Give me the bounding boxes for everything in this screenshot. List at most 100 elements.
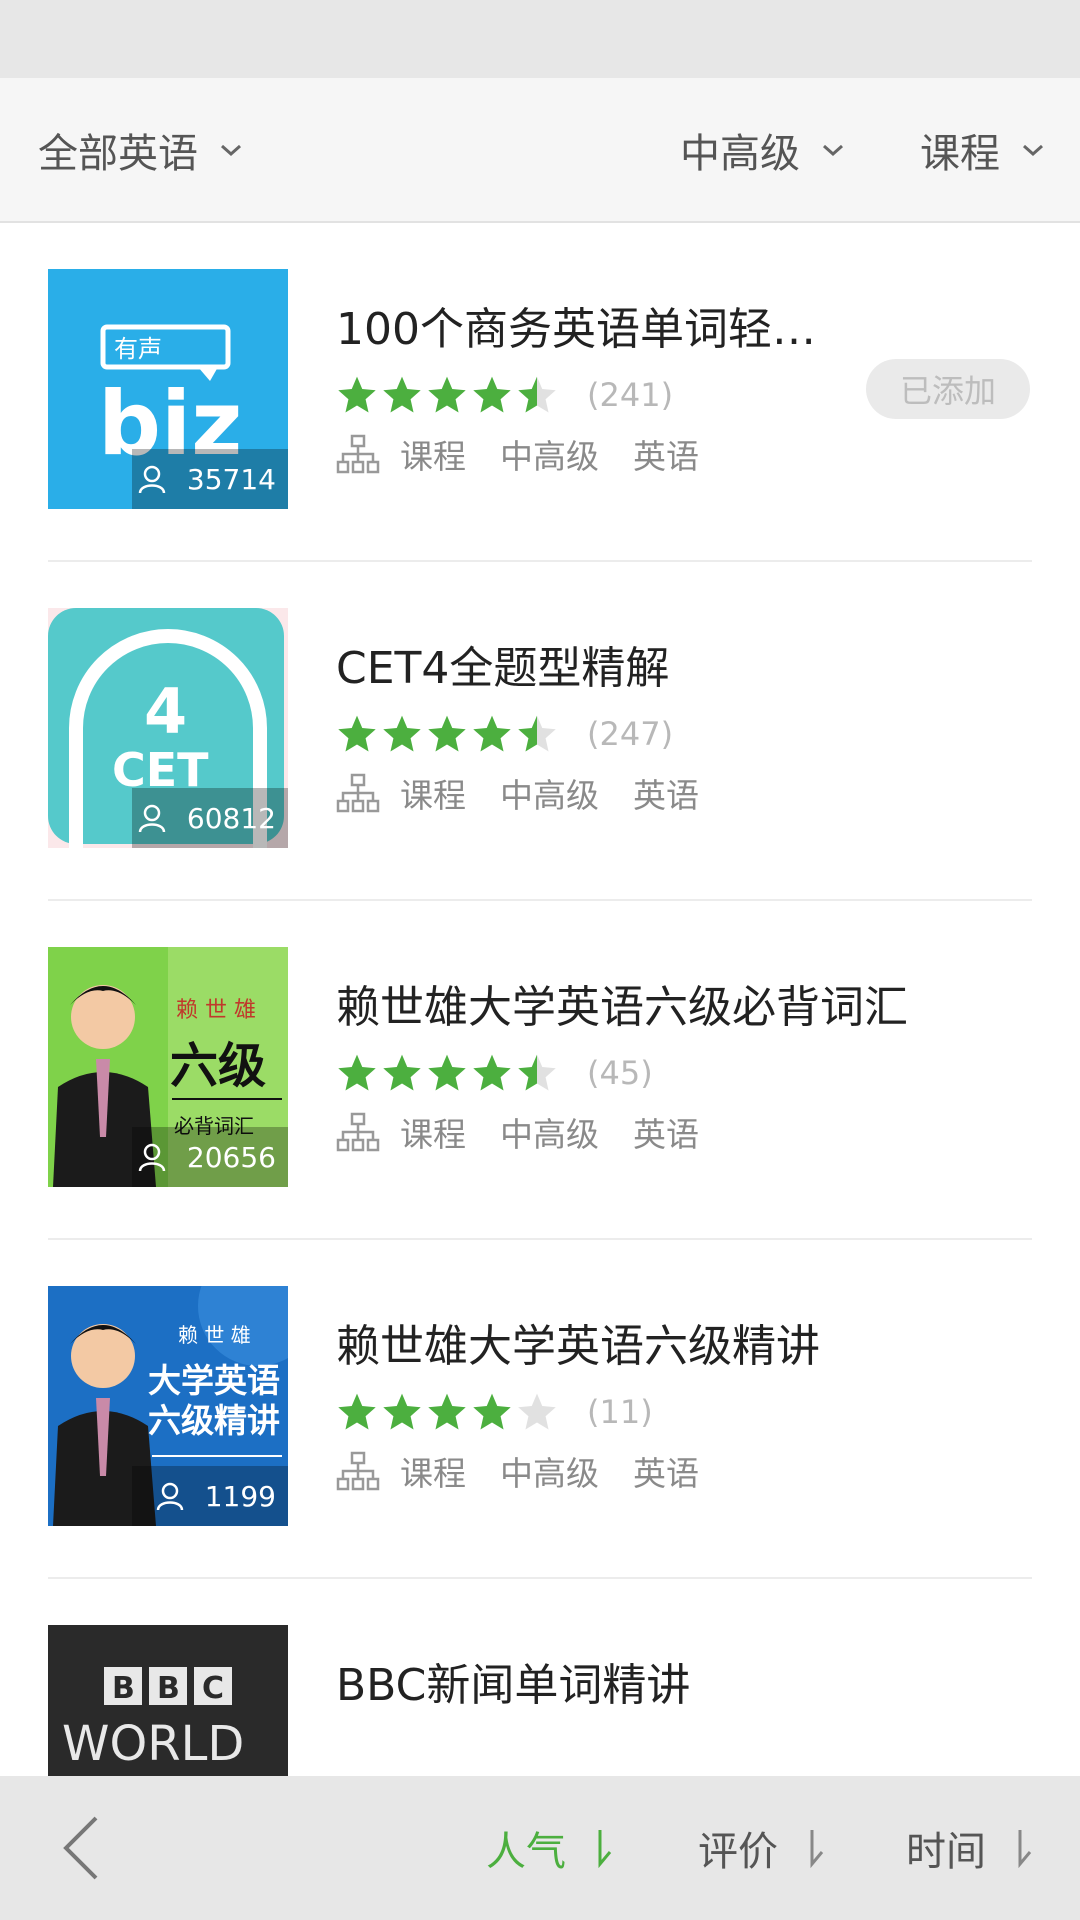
tag-type: 课程 [400, 1454, 466, 1493]
tag-level: 中高级 [500, 437, 599, 476]
sort-popularity[interactable]: 人气 [486, 1776, 616, 1920]
tag-language: 英语 [633, 437, 699, 476]
thumb-text: 大学英语 [148, 1361, 280, 1400]
person-icon [138, 1143, 166, 1172]
course-thumbnail: 有声 biz 35714 [48, 269, 288, 509]
sort-time-label: 时间 [906, 1829, 986, 1875]
star-icon [473, 715, 511, 752]
rating-count: (241) [587, 376, 674, 414]
star-icon [383, 1054, 421, 1091]
star-icon [518, 376, 556, 413]
star-rating: (247) [336, 710, 673, 758]
tag-level: 中高级 [500, 1454, 599, 1493]
thumb-text: 4 [144, 675, 187, 748]
sort-popularity-label: 人气 [486, 1829, 566, 1875]
tag-type: 课程 [400, 776, 466, 815]
star-icon [518, 715, 556, 752]
person-icon [156, 1482, 183, 1511]
learner-count-value: 35714 [186, 462, 276, 496]
thumb-text: B [112, 1671, 135, 1706]
learner-count: 1199 [132, 1466, 288, 1526]
person-icon [138, 465, 166, 494]
course-title: CET4全题型精解 [336, 643, 670, 694]
tag-language: 英语 [633, 1115, 699, 1154]
learner-count: 20656 [132, 1127, 288, 1187]
star-icon [428, 1393, 466, 1430]
course-title: BBC新闻单词精讲 [336, 1660, 691, 1711]
thumb-text: 赖 世 雄 [178, 1323, 251, 1347]
chevron-down-icon [823, 144, 843, 156]
star-icon [338, 715, 376, 752]
course-item[interactable]: 赖 世 雄 六级 必背词汇 20656 赖世雄大学英语六级必背词汇 (45) 课… [0, 901, 1080, 1240]
course-item[interactable]: 4 CET 60812 CET4全题型精解 (247) 课程 中高级 英语 [0, 562, 1080, 901]
hierarchy-icon [336, 1112, 380, 1152]
star-icon [383, 376, 421, 413]
chevron-down-icon [1023, 144, 1043, 156]
sort-rating[interactable]: 评价 [698, 1776, 828, 1920]
course-thumbnail: 4 CET 60812 [48, 608, 288, 848]
star-rating: (11) [336, 1388, 653, 1436]
course-title: 赖世雄大学英语六级必背词汇 [336, 982, 908, 1033]
status-bar [0, 0, 1080, 78]
course-meta: 课程 中高级 英语 [336, 1446, 733, 1496]
back-arrow-icon[interactable] [60, 1814, 104, 1882]
star-icon [473, 1393, 511, 1430]
level-filter-label: 中高级 [680, 130, 800, 177]
sort-time[interactable]: 时间 [906, 1776, 1036, 1920]
star-icon [338, 376, 376, 413]
type-filter[interactable]: 课程 [920, 78, 1048, 221]
star-icon [338, 1054, 376, 1091]
star-icon [338, 1393, 376, 1430]
star-icon [518, 1054, 556, 1091]
star-rating: (45) [336, 1049, 653, 1097]
course-meta: 课程 中高级 英语 [336, 768, 733, 818]
thumb-text: 赖 世 雄 [176, 998, 256, 1023]
rating-count: (11) [587, 1393, 653, 1431]
star-icon [518, 1393, 556, 1430]
star-icon [383, 715, 421, 752]
learner-count-value: 60812 [186, 801, 276, 835]
star-icon [383, 1393, 421, 1430]
sort-rating-label: 评价 [698, 1829, 778, 1875]
learner-count-value: 1199 [204, 1479, 276, 1513]
course-title: 100个商务英语单词轻… [336, 304, 816, 355]
star-icon [428, 1054, 466, 1091]
star-icon [473, 1054, 511, 1091]
tag-level: 中高级 [500, 776, 599, 815]
sort-down-arrow-icon [810, 1830, 824, 1868]
sort-bar: 人气 评价 时间 [0, 1776, 1080, 1920]
sort-down-arrow-icon [1018, 1830, 1032, 1868]
level-filter[interactable]: 中高级 [680, 78, 848, 221]
course-list: 有声 biz 35714 100个商务英语单词轻… (241) 课程 中高级 英… [0, 223, 1080, 1918]
course-thumbnail: 赖 世 雄 六级 必背词汇 20656 [48, 947, 288, 1187]
type-filter-label: 课程 [920, 130, 1000, 177]
star-icon [473, 376, 511, 413]
person-icon [138, 804, 166, 833]
tag-language: 英语 [633, 776, 699, 815]
course-thumbnail: 赖 世 雄 大学英语 六级精讲 1199 [48, 1286, 288, 1526]
tag-language: 英语 [633, 1454, 699, 1493]
thumb-text: B [157, 1671, 180, 1706]
filter-bar: 全部英语 中高级 课程 [0, 78, 1080, 223]
course-meta: 课程 中高级 英语 [336, 1107, 733, 1157]
tag-level: 中高级 [500, 1115, 599, 1154]
sort-down-arrow-icon [598, 1830, 612, 1868]
learner-count: 35714 [132, 449, 288, 509]
course-item[interactable]: 赖 世 雄 大学英语 六级精讲 1199 赖世雄大学英语六级精讲 (11) 课程… [0, 1240, 1080, 1579]
hierarchy-icon [336, 434, 380, 474]
course-item[interactable]: 有声 biz 35714 100个商务英语单词轻… (241) 课程 中高级 英… [0, 223, 1080, 562]
course-title: 赖世雄大学英语六级精讲 [336, 1321, 820, 1372]
rating-count: (247) [587, 715, 674, 753]
course-meta: 课程 中高级 英语 [336, 429, 733, 479]
language-filter-label: 全部英语 [38, 130, 198, 177]
rating-count: (45) [587, 1054, 653, 1092]
star-icon [428, 715, 466, 752]
star-rating: (241) [336, 371, 673, 419]
learner-count: 60812 [132, 788, 288, 848]
thumb-text: 六级精讲 [148, 1401, 280, 1440]
hierarchy-icon [336, 773, 380, 813]
language-filter[interactable]: 全部英语 [38, 78, 246, 221]
chevron-down-icon [221, 144, 241, 156]
thumb-text: 六级 [170, 1038, 266, 1094]
added-button[interactable]: 已添加 [866, 359, 1030, 419]
